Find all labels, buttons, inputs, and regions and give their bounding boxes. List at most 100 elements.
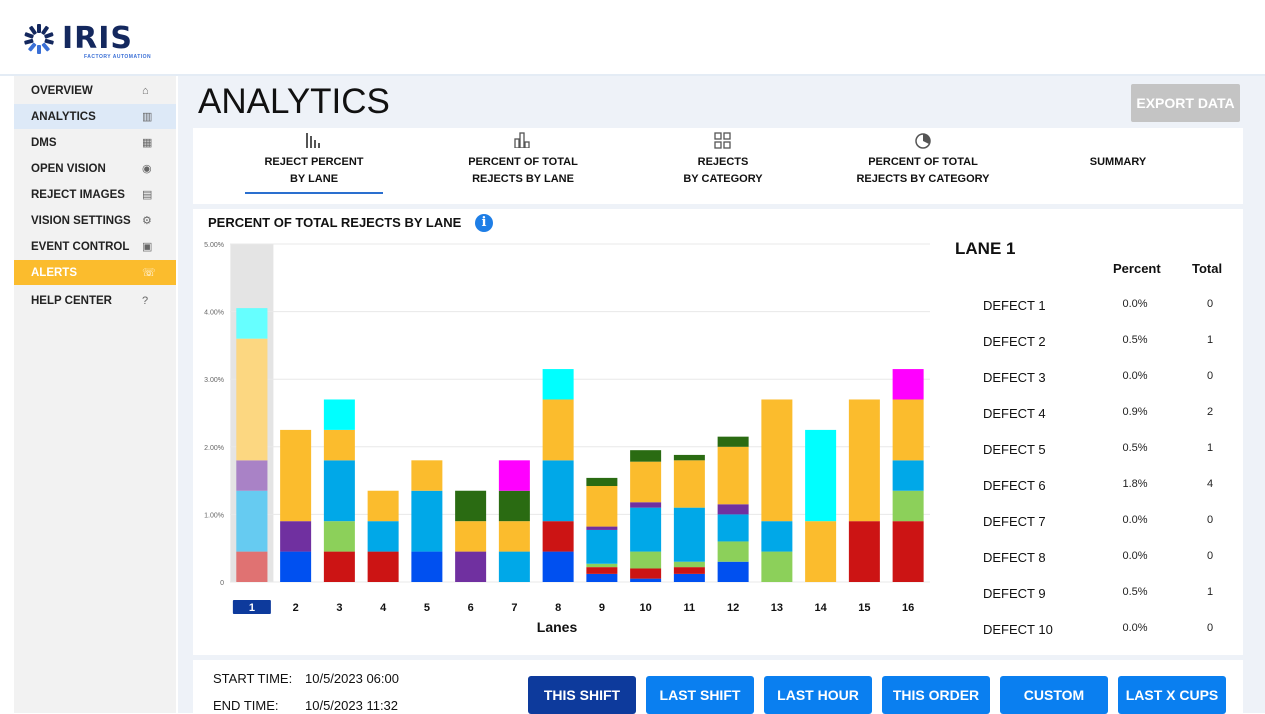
lane-detail-title: LANE 1 [955, 239, 1016, 258]
brand-logo[interactable]: IRIS FACTORY AUTOMATION [22, 21, 151, 60]
this-order-button[interactable]: THIS ORDER [882, 676, 990, 714]
bar-segment [586, 567, 618, 574]
bar-segment [630, 568, 662, 579]
tab-percent-of-total-rejects-by-category[interactable]: PERCENT OF TOTAL REJECTS BY CATEGORY [838, 132, 1008, 198]
bar-segment [367, 551, 399, 582]
last-x-cups-button[interactable]: LAST X CUPS [1118, 676, 1226, 714]
x-tick-label[interactable]: 10 [640, 602, 652, 614]
sidebar-item-event-control[interactable]: EVENT CONTROL ▣ [14, 234, 176, 259]
x-tick-label[interactable]: 6 [468, 602, 474, 614]
bar-segment [673, 460, 705, 508]
info-icon[interactable]: i [475, 214, 493, 232]
bar-segment [805, 521, 837, 582]
sidebar-item-overview[interactable]: OVERVIEW ⌂ [14, 78, 176, 103]
defect-percent: 0.0% [1122, 370, 1148, 382]
brand-name: IRIS [62, 21, 134, 56]
bar-segment [280, 429, 312, 522]
sidebar-item-alerts[interactable]: ALERTS ☏ [14, 260, 176, 285]
bar-segment [586, 526, 618, 530]
defect-percent: 0.5% [1122, 334, 1148, 346]
bar-segment [586, 477, 618, 487]
defect-name: DEFECT 10 [983, 622, 1053, 637]
x-tick-label[interactable]: 9 [599, 602, 605, 614]
app-header: IRIS FACTORY AUTOMATION [0, 0, 1265, 76]
x-tick-label[interactable]: 7 [511, 602, 517, 614]
calendar-icon: ▣ [142, 241, 153, 253]
defect-name: DEFECT 2 [983, 334, 1046, 349]
tab-reject-percent-by-lane[interactable]: REJECT PERCENT BY LANE [245, 132, 383, 198]
bar-segment [892, 460, 924, 491]
x-tick-label[interactable]: 16 [902, 602, 914, 614]
x-tick-label[interactable]: 14 [815, 602, 828, 614]
x-tick-label[interactable]: 8 [555, 602, 561, 614]
brand-tagline: FACTORY AUTOMATION [84, 54, 152, 60]
bar-segment [455, 551, 487, 582]
tab-percent-of-total-rejects-by-lane[interactable]: PERCENT OF TOTAL REJECTS BY LANE [453, 132, 593, 198]
x-tick-label[interactable]: 2 [293, 602, 299, 614]
sidebar-item-analytics[interactable]: ANALYTICS ▥ [14, 104, 176, 129]
bar-segment [498, 460, 530, 491]
bar-chart-icon [453, 132, 593, 152]
x-tick-label[interactable]: 11 [684, 602, 696, 614]
start-time-value: 10/5/2023 06:00 [305, 671, 399, 686]
sidebar-item-label: DMS [31, 136, 57, 149]
bar-segment [411, 460, 443, 491]
sidebar-item-label: REJECT IMAGES [31, 188, 125, 201]
bar-chart-icon: ▥ [142, 111, 153, 123]
bar-segment [673, 573, 705, 582]
x-tick-label[interactable]: 13 [771, 602, 783, 614]
sidebar-item-dms[interactable]: DMS ▦ [14, 130, 176, 155]
rejects-by-lane-chart: 01.00%2.00%3.00%4.00%5.00%1 2 3 4 5 6 7 8 9 10 11 1… [204, 242, 930, 635]
defect-percent: 0.5% [1122, 442, 1148, 454]
tab-rejects-by-category[interactable]: REJECTS BY CATEGORY [673, 132, 773, 198]
start-time-label: START TIME: [213, 671, 293, 686]
bar-segment [761, 551, 793, 582]
analytics-tabs: REJECT PERCENT BY LANE PERCENT OF TOTAL … [193, 128, 1243, 204]
sidebar-item-help-center[interactable]: HELP CENTER ? [14, 288, 176, 313]
bar-segment [542, 460, 574, 522]
export-data-button[interactable]: EXPORT DATA [1131, 84, 1240, 122]
x-tick-label[interactable]: 15 [858, 602, 870, 614]
bar-segment [586, 529, 618, 564]
defect-total: 0 [1206, 550, 1214, 562]
sidebar: OVERVIEW ⌂ ANALYTICS ▥ DMS ▦ OPEN VISION… [14, 76, 176, 713]
x-tick-label[interactable]: 12 [727, 602, 739, 614]
this-shift-button[interactable]: THIS SHIFT [528, 676, 636, 714]
bar-segment [542, 369, 574, 400]
sidebar-item-vision-settings[interactable]: VISION SETTINGS ⚙ [14, 208, 176, 233]
x-tick-label[interactable]: 5 [424, 602, 430, 614]
defect-total: 1 [1206, 334, 1214, 346]
tab-label: SUMMARY [1089, 156, 1147, 168]
sidebar-item-label: ANALYTICS [31, 110, 96, 123]
defect-total: 1 [1206, 442, 1214, 454]
bar-segment [630, 450, 662, 462]
bar-segment [761, 521, 793, 552]
sidebar-item-open-vision[interactable]: OPEN VISION ◉ [14, 156, 176, 181]
column-header-total: Total [1192, 261, 1223, 276]
defect-percent: 0.0% [1122, 550, 1148, 562]
selected-bar-fade [236, 308, 268, 582]
defect-total: 4 [1206, 478, 1214, 490]
defect-percent: 0.9% [1122, 406, 1148, 418]
bar-segment [717, 446, 749, 505]
defect-percent: 1.8% [1122, 478, 1148, 490]
defect-name: DEFECT 9 [983, 586, 1046, 601]
last-shift-button[interactable]: LAST SHIFT [646, 676, 754, 714]
bar-segment [411, 490, 443, 552]
bar-segment [498, 490, 530, 522]
x-tick-label[interactable]: 3 [336, 602, 342, 614]
custom-button[interactable]: CUSTOM [1000, 676, 1108, 714]
bar-segment [542, 551, 574, 582]
defect-percent: 0.5% [1122, 586, 1148, 598]
last-hour-button[interactable]: LAST HOUR [764, 676, 872, 714]
defect-percent: 0.0% [1122, 622, 1148, 634]
x-tick-label[interactable]: 1 [249, 602, 255, 614]
defect-name: DEFECT 1 [983, 298, 1046, 313]
x-tick-label[interactable]: 4 [380, 602, 387, 614]
defect-total: 2 [1206, 406, 1214, 418]
sidebar-item-reject-images[interactable]: REJECT IMAGES ▤ [14, 182, 176, 207]
logo-mark-icon [24, 24, 54, 54]
defect-total: 0 [1206, 370, 1214, 382]
chart-title: PERCENT OF TOTAL REJECTS BY LANE [208, 215, 462, 230]
grid-icon [673, 132, 773, 152]
